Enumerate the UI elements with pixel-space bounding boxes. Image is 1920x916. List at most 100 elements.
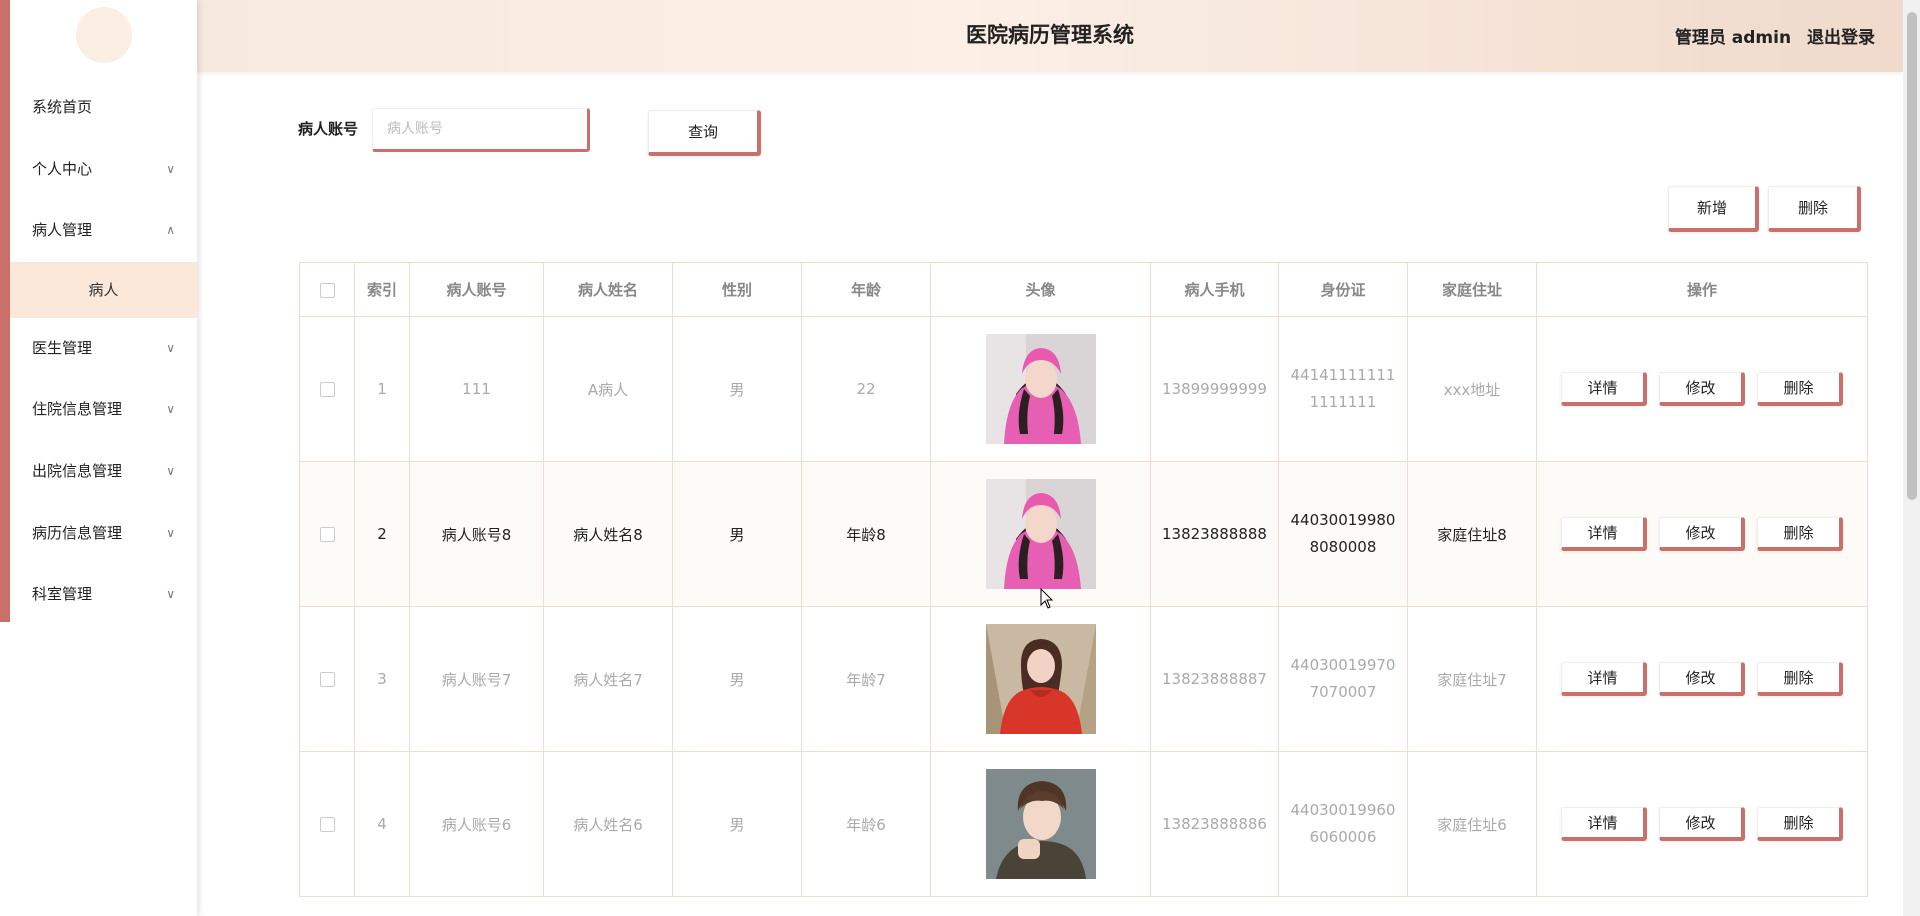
column-header: 家庭住址 [1407,262,1537,317]
sidebar-item-patient-management[interactable]: 病人管理 ∧ [0,200,197,262]
detail-button[interactable]: 详情 [1561,517,1647,551]
patient-avatar-image [985,334,1096,444]
sidebar-item-label: 科室管理 [32,585,93,604]
sidebar-item-label: 个人中心 [32,159,93,178]
cell-actions: 详情 修改 删除 [1536,316,1868,462]
table-row: 4 病人账号6 病人姓名6 男 年龄6 13823888886 44030019… [299,751,1868,897]
cell-avatar [930,606,1151,752]
delete-button[interactable]: 删除 [1757,807,1843,841]
sidebar-item-personal-center[interactable]: 个人中心 ∨ [0,139,197,201]
delete-button[interactable]: 删除 [1757,517,1843,551]
column-header: 病人手机 [1150,262,1279,317]
sidebar: 系统首页 个人中心 ∨ 病人管理 ∧ 病人 医生管理 ∨ 住院信息管理 ∨ 出院… [0,0,197,916]
cell-address: 家庭住址6 [1407,751,1537,897]
sidebar-item-admission-management[interactable]: 住院信息管理 ∨ [0,379,197,441]
table-header-row: 索引 病人账号 病人姓名 性别 年龄 头像 病人手机 身份证 家庭住址 操作 [299,262,1868,317]
patient-table-container: 索引 病人账号 病人姓名 性别 年龄 头像 病人手机 身份证 家庭住址 操作 1… [299,262,1868,897]
sidebar-menu: 系统首页 个人中心 ∨ 病人管理 ∧ 病人 医生管理 ∨ 住院信息管理 ∨ 出院… [0,77,197,626]
batch-delete-button[interactable]: 删除 [1768,186,1861,232]
add-button[interactable]: 新增 [1668,186,1759,232]
id-card-line-1: 44030019970 [1290,656,1396,674]
row-select-cell [299,606,355,752]
scrollbar-thumb[interactable] [1907,12,1917,500]
search-label: 病人账号 [298,120,359,138]
cell-account: 病人账号6 [409,751,544,897]
patient-avatar-image [985,624,1096,734]
cell-address: 家庭住址7 [1407,606,1537,752]
cell-address: xxx地址 [1407,316,1537,462]
table-row: 2 病人账号8 病人姓名8 男 年龄8 13823888888 44030019… [299,461,1868,607]
cell-gender: 男 [672,461,802,607]
cell-name: 病人姓名6 [543,751,673,897]
current-user-label: 管理员 admin [1674,28,1792,48]
table-row: 1 111 A病人 男 22 13899999999 44141111111 1… [299,316,1868,462]
sidebar-item-medical-record-management[interactable]: 病历信息管理 ∨ [0,503,197,565]
sidebar-item-discharge-management[interactable]: 出院信息管理 ∨ [0,441,197,503]
sidebar-item-label: 住院信息管理 [32,400,123,419]
column-header: 操作 [1536,262,1868,317]
cell-id-card: 44030019970 7070007 [1278,606,1408,752]
sidebar-item-label: 出院信息管理 [32,461,123,480]
header-user-area: 管理员 admin 退出登录 [1665,0,1875,76]
id-card-line-1: 44030019980 [1290,511,1396,529]
sidebar-subitem-patient[interactable]: 病人 [10,261,197,318]
cell-index: 1 [354,316,410,462]
detail-button[interactable]: 详情 [1561,807,1647,841]
cell-name: A病人 [543,316,673,462]
cell-address: 家庭住址8 [1407,461,1537,607]
chevron-down-icon: ∨ [166,402,175,417]
chevron-down-icon: ∨ [166,587,175,602]
avatar [76,7,132,63]
patient-avatar-image [985,769,1096,879]
id-card-line-2: 7070007 [1309,683,1377,701]
mouse-cursor-icon [1040,588,1054,609]
id-card-line-1: 44141111111 [1290,366,1396,384]
cell-id-card: 44030019980 8080008 [1278,461,1408,607]
page-scrollbar[interactable] [1903,0,1920,916]
row-select-cell [299,751,355,897]
page-title: 医院病历管理系统 [966,23,1134,47]
delete-button[interactable]: 删除 [1757,372,1843,406]
chevron-up-icon: ∧ [166,223,175,238]
select-all-checkbox[interactable] [319,282,335,298]
cell-name: 病人姓名7 [543,606,673,752]
sidebar-item-department-management[interactable]: 科室管理 ∨ [0,564,197,626]
row-checkbox[interactable] [319,672,335,687]
delete-button[interactable]: 删除 [1757,662,1843,696]
query-button[interactable]: 查询 [648,110,761,156]
sidebar-item-doctor-management[interactable]: 医生管理 ∨ [0,318,197,380]
top-header: 医院病历管理系统 管理员 admin 退出登录 [197,0,1903,72]
edit-button[interactable]: 修改 [1659,662,1745,696]
cell-account: 111 [409,316,544,462]
chevron-down-icon: ∨ [166,525,175,540]
cell-phone: 13823888887 [1150,606,1279,752]
edit-button[interactable]: 修改 [1659,807,1745,841]
detail-button[interactable]: 详情 [1561,662,1647,696]
cell-phone: 13823888886 [1150,751,1279,897]
detail-button[interactable]: 详情 [1561,372,1647,406]
column-header: 病人姓名 [543,262,673,317]
cell-actions: 详情 修改 删除 [1536,751,1868,897]
cell-avatar [930,461,1151,607]
search-input[interactable] [372,108,590,152]
logout-link[interactable]: 退出登录 [1807,28,1875,48]
row-checkbox[interactable] [319,527,335,542]
sidebar-item-label: 病人管理 [32,221,93,240]
cell-actions: 详情 修改 删除 [1536,606,1868,752]
sidebar-item-label: 系统首页 [32,98,93,116]
edit-button[interactable]: 修改 [1659,372,1745,406]
cell-gender: 男 [672,606,802,752]
cell-age: 年龄7 [801,606,931,752]
edit-button[interactable]: 修改 [1659,517,1745,551]
cell-index: 3 [354,606,410,752]
column-header: 头像 [930,262,1151,317]
column-header: 病人账号 [409,262,544,317]
sidebar-item-home[interactable]: 系统首页 [0,77,197,139]
cell-age: 年龄6 [801,751,931,897]
select-all-cell [299,262,355,317]
cell-id-card: 44030019960 6060006 [1278,751,1408,897]
row-checkbox[interactable] [319,382,335,397]
chevron-down-icon: ∨ [166,161,175,176]
row-checkbox[interactable] [319,817,335,832]
cell-avatar [930,316,1151,462]
